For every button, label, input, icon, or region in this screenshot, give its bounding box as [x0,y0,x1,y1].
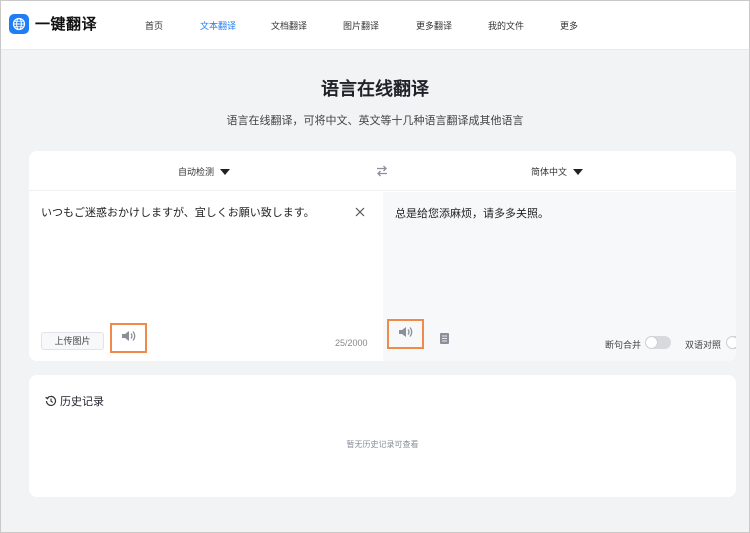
toggle-knob [646,337,657,348]
brand-logo[interactable]: 一键翻译 [9,13,97,34]
copy-icon[interactable] [439,332,451,346]
page-subtitle: 语言在线翻译，可将中文、英文等十几种语言翻译成其他语言 [226,115,524,127]
language-bar: 自动检测 简体中文 [29,151,736,191]
translated-text: 总是给您添麻烦，请多多关照。 [395,208,549,220]
nav-my-files[interactable]: 我的文件 [488,19,524,32]
bilingual-compare-label: 双语对照 [685,340,722,350]
history-empty-message: 暂无历史记录可查看 [346,440,419,449]
merge-sentences-toggle[interactable] [645,336,671,349]
speaker-icon [397,325,415,344]
nav-more-translate[interactable]: 更多翻译 [416,19,452,32]
character-count: 25/2000 [335,338,368,348]
history-title: 历史记录 [60,396,104,408]
close-icon[interactable] [354,205,366,217]
nav-text-translate[interactable]: 文本翻译 [200,19,236,32]
globe-icon [9,13,29,34]
translator-panel: 自动检测 简体中文 いつもご迷惑おかけしますが、宜しくお願い致します。 上传图片 [29,151,736,361]
brand-name: 一键翻译 [35,16,98,33]
nav-document-translate[interactable]: 文档翻译 [271,19,307,32]
source-text-input[interactable]: いつもご迷惑おかけしますが、宜しくお願い致します。 [41,205,341,221]
bilingual-compare-toggle[interactable] [726,336,736,349]
target-speaker-button[interactable] [387,319,424,349]
history-clock-icon [45,395,57,407]
target-language-label: 简体中文 [531,167,568,177]
swap-arrows-icon[interactable] [375,164,389,178]
source-speaker-button[interactable] [110,323,147,353]
nav-home[interactable]: 首页 [145,19,163,32]
target-language-select[interactable]: 简体中文 [531,165,584,178]
chevron-down-icon [573,168,584,175]
source-language-label: 自动检测 [178,167,215,177]
top-header: 一键翻译 首页 文本翻译 文档翻译 图片翻译 更多翻译 我的文件 更多 [1,1,749,50]
merge-sentences-label: 断句合并 [605,340,642,350]
upload-image-button[interactable]: 上传图片 [41,332,104,350]
source-language-select[interactable]: 自动检测 [178,165,231,178]
history-panel: 历史记录 暂无历史记录可查看 [29,375,736,497]
nav-image-translate[interactable]: 图片翻译 [343,19,379,32]
speaker-icon [120,329,138,348]
source-pane: いつもご迷惑おかけしますが、宜しくお願い致します。 上传图片 25/2000 [29,192,383,361]
toggle-knob [727,337,736,348]
history-header: 历史记录 [45,393,104,409]
page-title: 语言在线翻译 [321,79,429,99]
target-pane: 总是给您添麻烦，请多多关照。 断句合并 双语对照 [383,192,736,361]
chevron-down-icon [220,168,231,175]
nav-more[interactable]: 更多 [560,19,578,32]
